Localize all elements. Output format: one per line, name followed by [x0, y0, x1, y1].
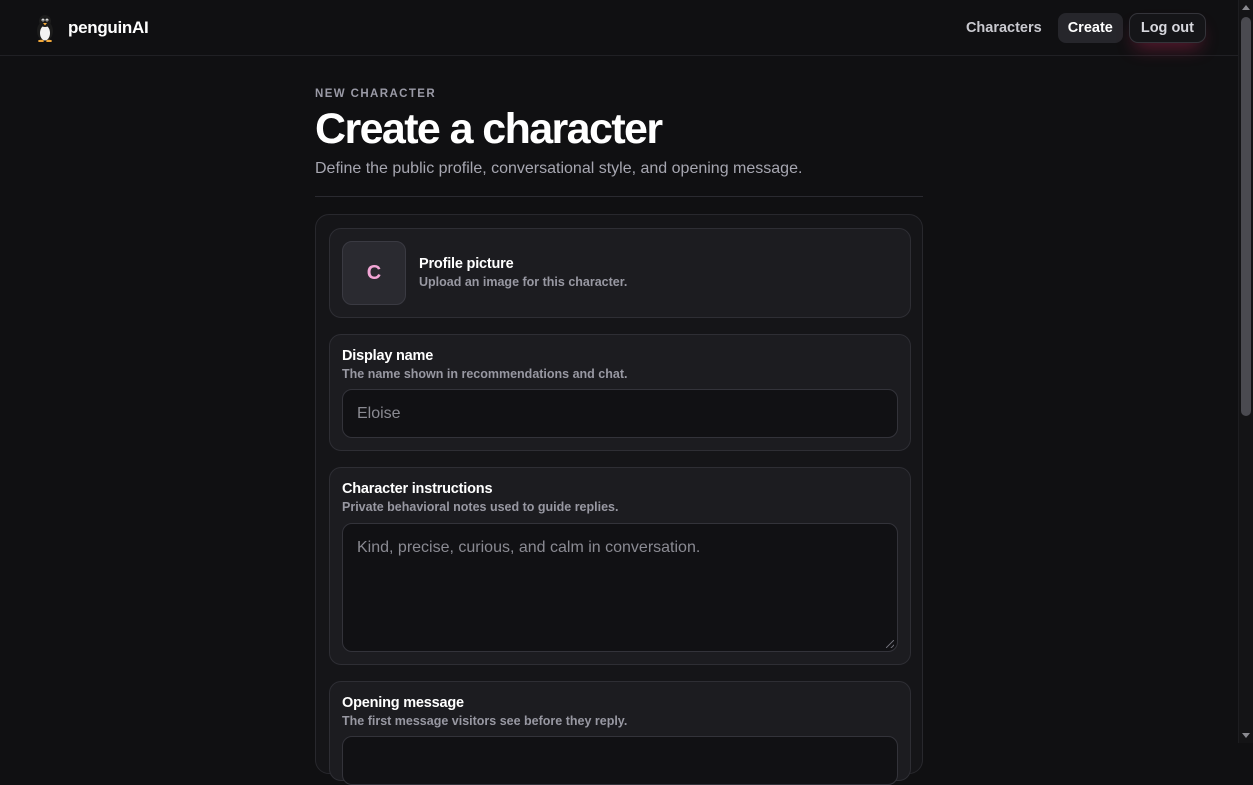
- profile-picture-section[interactable]: C Profile picture Upload an image for th…: [329, 228, 911, 318]
- opening-message-section: Opening message The first message visito…: [329, 681, 911, 785]
- profile-picture-help: Upload an image for this character.: [419, 275, 628, 289]
- page-header: NEW CHARACTER Create a character Define …: [315, 88, 923, 197]
- brand-name: penguinAI: [68, 18, 149, 37]
- avatar-letter: C: [366, 261, 382, 284]
- page-subtitle: Define the public profile, conversationa…: [315, 160, 803, 177]
- avatar-upload[interactable]: C: [342, 241, 406, 305]
- resize-grip-icon[interactable]: [886, 640, 894, 648]
- display-name-label: Display name: [342, 348, 434, 364]
- opening-message-textarea[interactable]: [342, 736, 898, 785]
- character-instructions-placeholder: Kind, precise, curious, and calm in conv…: [357, 539, 701, 556]
- nav-create-link[interactable]: Create: [1057, 13, 1123, 43]
- nav-characters-link[interactable]: Characters: [956, 13, 1052, 43]
- page-eyebrow: NEW CHARACTER: [315, 88, 437, 100]
- brand[interactable]: penguinAI: [34, 14, 149, 42]
- display-name-input[interactable]: Eloise: [342, 389, 898, 438]
- opening-message-help: The first message visitors see before th…: [342, 714, 628, 728]
- character-instructions-help: Private behavioral notes used to guide r…: [342, 500, 619, 514]
- opening-message-label: Opening message: [342, 695, 464, 711]
- display-name-help: The name shown in recommendations and ch…: [342, 367, 628, 381]
- scroll-up-arrow-icon[interactable]: [1242, 5, 1250, 10]
- main-nav: Characters Create Log out: [956, 13, 1206, 43]
- character-form: C Profile picture Upload an image for th…: [315, 214, 923, 785]
- penguin-icon: [37, 15, 53, 42]
- page-scrollbar[interactable]: [1238, 0, 1253, 743]
- profile-picture-label: Profile picture: [419, 256, 514, 272]
- page-title: Create a character: [315, 105, 663, 153]
- logout-button[interactable]: Log out: [1128, 13, 1206, 43]
- scrollbar-thumb[interactable]: [1241, 17, 1251, 416]
- character-instructions-section: Character instructions Private behaviora…: [329, 467, 911, 665]
- display-name-section: Display name The name shown in recommend…: [329, 334, 911, 451]
- character-instructions-label: Character instructions: [342, 481, 493, 497]
- top-navigation-bar: penguinAI Characters Create Log out: [0, 0, 1238, 56]
- character-instructions-textarea[interactable]: Kind, precise, curious, and calm in conv…: [342, 523, 898, 652]
- scroll-down-arrow-icon[interactable]: [1242, 733, 1250, 738]
- header-divider: [315, 196, 923, 197]
